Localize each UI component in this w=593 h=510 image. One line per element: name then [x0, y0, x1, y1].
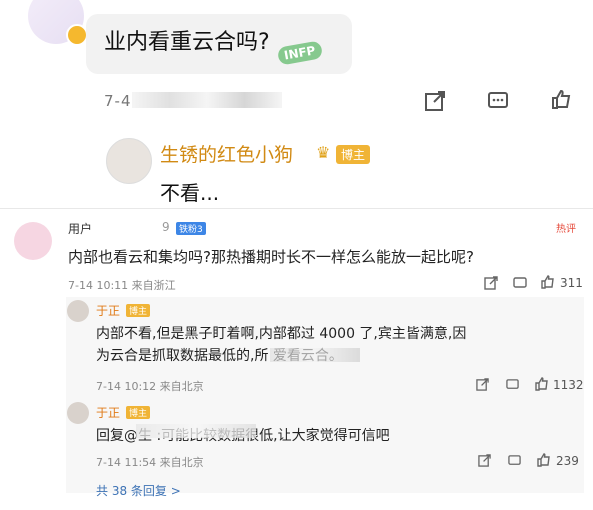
like-count: 311	[560, 276, 583, 290]
view-more-replies-link[interactable]: 共 38 条回复 >	[96, 482, 181, 499]
avatar[interactable]	[106, 138, 152, 184]
like-icon[interactable]	[550, 88, 572, 110]
share-icon[interactable]	[476, 378, 489, 391]
verified-badge-icon	[66, 24, 88, 46]
hot-comment-label: 热评	[556, 224, 576, 235]
commenter-name[interactable]: 用户	[68, 220, 92, 237]
reply-username[interactable]: 于正	[96, 404, 120, 421]
reply-text: 不看...	[160, 181, 220, 205]
reply-text-line: 内部不看,但是黑子盯着啊,内部都过 4000 了,宾主皆满意,因	[96, 326, 467, 342]
share-icon[interactable]	[478, 454, 491, 467]
like-icon[interactable]	[537, 453, 551, 467]
comment-text: 内部也看云和集均吗?那热播期时长不一样怎么能放一起比呢?	[68, 248, 474, 266]
reply-time: 7-14 11:54 来自北京	[96, 456, 204, 469]
reply-time: 7-14 10:12 来自北京	[96, 380, 204, 393]
blogger-tag: 博主	[336, 145, 371, 164]
blogger-tag: 博主	[126, 406, 151, 419]
share-icon[interactable]	[424, 90, 446, 112]
avatar[interactable]	[14, 222, 52, 260]
blurred-text	[136, 424, 256, 438]
reply-username[interactable]: 生锈的红色小狗	[160, 140, 293, 167]
avatar[interactable]	[67, 300, 89, 322]
question-text: 业内看重云合吗?	[104, 30, 270, 55]
like-count: 239	[556, 454, 579, 468]
post-meta: 7-4	[104, 92, 132, 110]
comment-icon[interactable]	[487, 90, 509, 112]
crown-icon: ♛	[316, 143, 331, 162]
blurred-meta	[132, 92, 282, 108]
fan-level-badge: 铁粉3	[176, 222, 206, 235]
avatar[interactable]	[67, 402, 89, 424]
like-count: 1132	[553, 378, 584, 392]
commenter-name-suffix: 9	[162, 220, 170, 234]
like-icon[interactable]	[541, 275, 555, 289]
comment-icon[interactable]	[506, 378, 519, 391]
comment-icon[interactable]	[513, 276, 527, 290]
blurred-text	[270, 348, 360, 362]
share-icon[interactable]	[484, 276, 498, 290]
comment-time: 7-14 10:11 来自浙江	[68, 279, 176, 292]
like-icon[interactable]	[535, 377, 549, 391]
reply-username[interactable]: 于正	[96, 302, 120, 319]
comment-icon[interactable]	[508, 454, 521, 467]
blogger-tag: 博主	[126, 304, 151, 317]
